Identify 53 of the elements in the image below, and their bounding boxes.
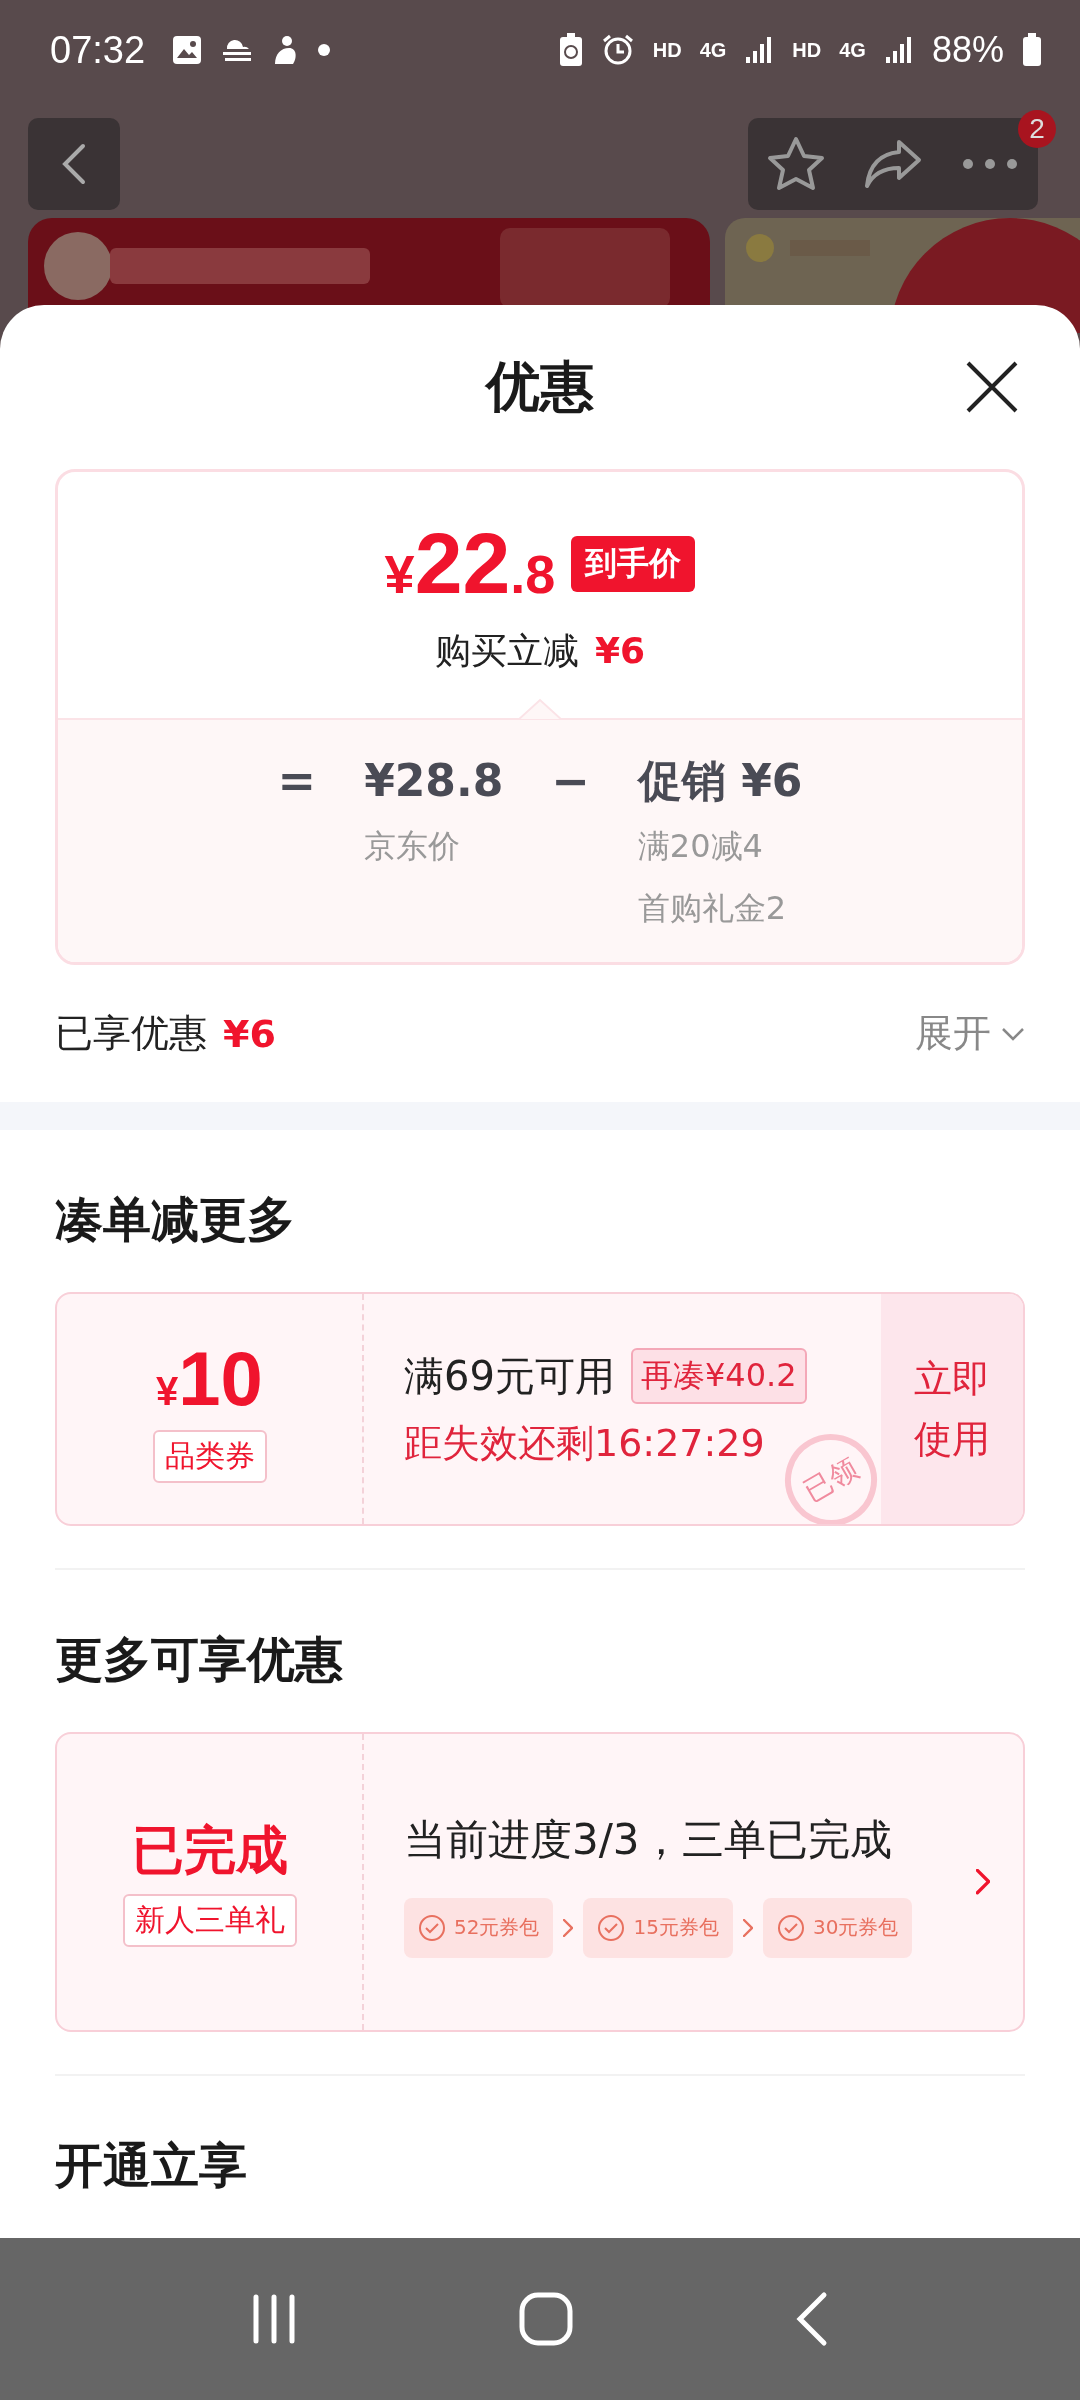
sheet-title: 优惠 [486,353,594,420]
signal-icon [883,35,914,65]
progress-text: 当前进度3/3，三单已完成 [404,1813,893,1866]
section-title: 更多可享优惠 [54,1629,344,1689]
chevron-down-icon [1001,1026,1025,1041]
price-note: 满20减4 [637,826,764,868]
enjoyed-label: 已享优惠 [55,1010,207,1057]
price-term: ¥28.8 [364,754,504,809]
network-label: 4G [839,38,866,62]
check-circle-icon [776,1913,805,1942]
coupon-pack-step: 15元券包 [583,1897,733,1958]
status-text: 已完成 [131,1819,288,1883]
final-price: ¥22.8 [384,514,556,614]
coupon-pack-step: 30元券包 [762,1897,913,1958]
battery-saver-icon [558,33,583,67]
price-term: 促销 ¥6 [637,754,803,809]
price-note: 首购礼金2 [637,888,788,930]
chevron-right-icon [742,1918,753,1937]
operator-sign: = [277,754,317,811]
coupon-type-tag: 品类券 [152,1429,267,1483]
fog-icon [221,37,254,63]
enjoyed-amount: ¥6 [223,1011,276,1056]
price-note: 京东价 [364,826,462,868]
home-icon[interactable] [518,2291,574,2347]
countdown-text: 距失效还剩16:27:29 [404,1420,766,1468]
saving-label: 购买立减 [434,629,579,674]
status-time: 07:32 [50,28,146,72]
section-title: 凑单减更多 [54,1190,296,1250]
alarm-icon [600,33,635,67]
section-title: 开通立享 [54,2136,248,2196]
operator-sign: − [551,754,590,811]
check-circle-icon [418,1913,446,1942]
chevron-right-icon [563,1918,574,1937]
shortfall-tag: 再凑¥40.2 [630,1348,807,1405]
network-label: HD [792,38,822,62]
back-button[interactable] [28,118,120,210]
price-tag: 到手价 [571,535,696,592]
notification-badge: 2 [1018,110,1056,148]
use-now-button[interactable]: 立即使用 [881,1293,1023,1524]
chevron-right-icon [976,1869,990,1895]
battery-percent: 88% [931,29,1004,71]
image-icon [171,34,204,66]
coupon-value: ¥10 [156,1334,263,1422]
expand-toggle[interactable]: 展开 [915,1008,1025,1059]
saving-amount: ¥6 [594,630,646,672]
coupon-condition: 满69元可用 [404,1351,615,1401]
coupon-pack-step: 52元券包 [404,1897,554,1958]
check-circle-icon [597,1913,626,1942]
network-label: 4G [699,38,727,62]
task-name-tag: 新人三单礼 [122,1894,297,1948]
battery-icon [1022,33,1042,67]
network-label: HD [652,38,682,62]
dot-icon [317,43,332,57]
